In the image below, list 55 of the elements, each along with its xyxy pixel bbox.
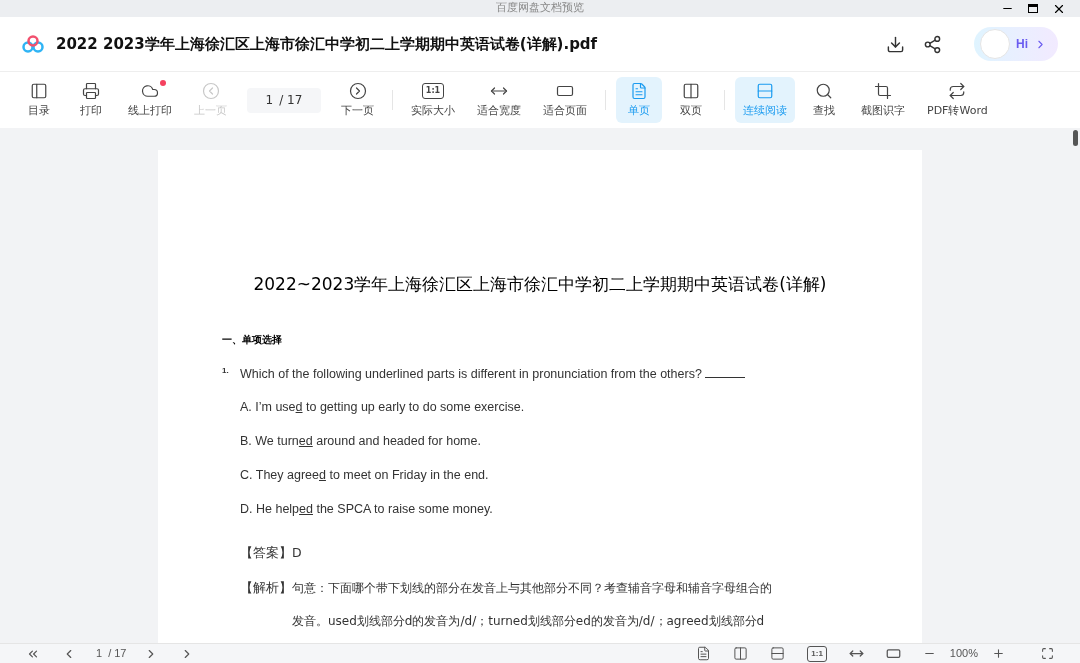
toolbar-button[interactable]: PDF转Word (919, 77, 996, 123)
toolbar-button[interactable]: 双页 (668, 77, 714, 123)
section-heading: 一、单项选择 (222, 332, 283, 347)
answer-option: C. They agreed to meet on Friday in the end. (240, 465, 858, 485)
answer-value: D (292, 544, 302, 563)
answer-label: 【答案】 (240, 544, 292, 563)
zoom-level: 100% (949, 646, 978, 662)
file-name: 2022 2023学年上海徐汇区上海市徐汇中学初二上学期期中英语试卷(详解).pdf (56, 33, 598, 55)
analysis-label: 【解析】 (240, 579, 292, 597)
sidebar-icon (30, 81, 48, 100)
analysis-text: 句意：下面哪个带下划线的部分在发音上与其他部分不同？考查辅音字母和辅音字母组合的 (292, 580, 772, 597)
answer-option: B. We turned around and headed for home. (240, 432, 858, 451)
printer-icon (82, 81, 100, 100)
zoom-in-icon[interactable] (992, 647, 1005, 660)
toolbar-button[interactable]: 适合宽度 (469, 77, 529, 123)
question-number: 1. (222, 364, 230, 377)
toolbar-button[interactable]: 下一页 (333, 77, 382, 123)
toolbar-button[interactable]: 适合页面 (535, 77, 595, 123)
answer-option: D. He helped the SPCA to raise some money. (240, 499, 858, 519)
share-icon[interactable] (923, 34, 942, 54)
search-icon (815, 81, 833, 100)
continuous-icon (756, 81, 774, 100)
fit-page-icon[interactable] (885, 646, 901, 661)
actual-size-icon: 1:1 (421, 82, 445, 99)
scrollbar[interactable] (1073, 130, 1078, 146)
assistant-button[interactable]: Hi (974, 27, 1058, 61)
document-title: 2022~2023学年上海徐汇区上海市徐汇中学初二上学期期中英语试卷(详解) (252, 273, 828, 296)
next-icon (348, 81, 367, 100)
page-number-field[interactable]: 1 / 17 (247, 87, 321, 113)
continuous-icon (770, 646, 786, 661)
toolbar-button[interactable]: 1:1 实际大小 (403, 77, 463, 123)
toolbar-button[interactable]: 目录 (16, 77, 62, 123)
toolbar-button[interactable]: 截图识字 (853, 77, 913, 123)
previous-icon (201, 81, 220, 100)
crop-icon (874, 81, 892, 100)
fullscreen-icon[interactable] (1041, 647, 1054, 660)
maximize-icon[interactable] (1028, 4, 1038, 13)
single-page-icon (696, 646, 712, 661)
cloud-logo-icon (22, 35, 44, 53)
page-number[interactable]: 1 (96, 645, 103, 662)
download-icon[interactable] (886, 34, 905, 54)
page-total: / 17 (108, 646, 127, 662)
toolbar-button[interactable]: 查找 (801, 77, 847, 123)
answer-option: A. I’m used to getting up early to do some exercise. (240, 398, 858, 417)
avatar-icon (980, 29, 1010, 59)
analysis-text: 发音。used划线部分d的发音为/d/；turned划线部分ed的发音为/d/；agreed划线部分d (292, 612, 766, 630)
toolbar-button[interactable]: 打印 (68, 77, 114, 123)
single-page-icon (630, 81, 648, 100)
window-title: 百度网盘文档预览 (496, 0, 584, 17)
actual-size-icon: 1:1 (807, 645, 827, 662)
toolbar-button[interactable]: 线上打印 (120, 77, 180, 123)
question-text: Which of the following underlined parts is different in pronunciation from the others? (240, 364, 746, 384)
convert-icon (948, 81, 967, 100)
double-page-icon (682, 81, 700, 100)
double-page-icon (733, 646, 749, 661)
